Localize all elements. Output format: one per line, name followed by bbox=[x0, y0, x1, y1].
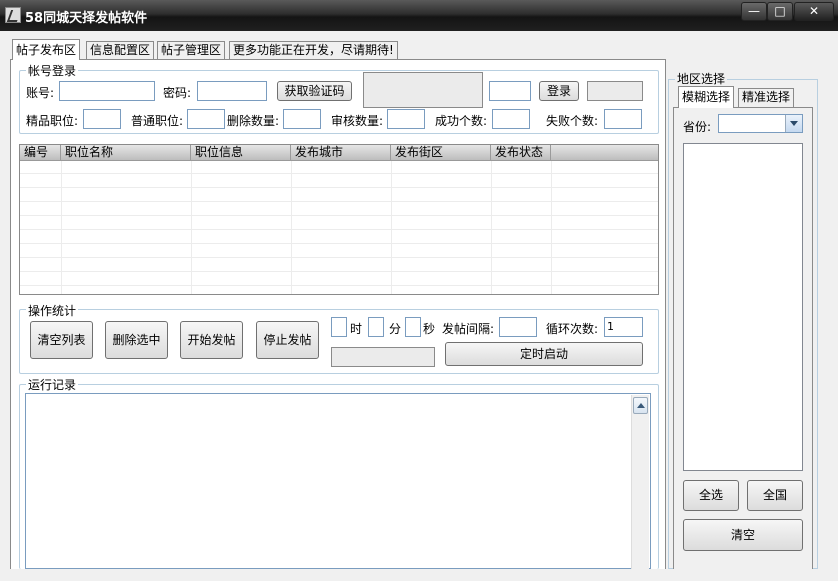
clear-list-button[interactable]: 清空列表 bbox=[30, 321, 93, 359]
run-log-textarea[interactable] bbox=[25, 393, 651, 569]
account-input[interactable] bbox=[59, 81, 155, 101]
loop-count-label: 循环次数: bbox=[546, 322, 599, 336]
start-post-button[interactable]: 开始发帖 bbox=[180, 321, 243, 359]
captcha-input[interactable] bbox=[489, 81, 531, 101]
window-title: 58同城天择发帖软件 bbox=[25, 11, 148, 26]
table-row bbox=[20, 189, 658, 202]
premium-jobs-input[interactable] bbox=[83, 109, 121, 129]
column-divider bbox=[551, 161, 552, 294]
app-icon bbox=[5, 7, 21, 23]
run-log-group-label: 运行记录 bbox=[26, 376, 79, 393]
table-row bbox=[20, 217, 658, 230]
review-count-input[interactable] bbox=[387, 109, 425, 129]
password-input[interactable] bbox=[197, 81, 267, 101]
interval-label: 发帖间隔: bbox=[442, 322, 495, 336]
timer-start-button[interactable]: 定时启动 bbox=[445, 342, 643, 366]
select-all-button[interactable]: 全选 bbox=[683, 480, 739, 511]
chevron-down-icon[interactable] bbox=[785, 115, 802, 132]
interval-input[interactable] bbox=[499, 317, 537, 337]
log-scrollbar[interactable] bbox=[631, 395, 649, 569]
table-row bbox=[20, 175, 658, 188]
delete-count-input[interactable] bbox=[283, 109, 321, 129]
column-header-city[interactable]: 发布城市 bbox=[291, 145, 391, 161]
column-divider bbox=[391, 161, 392, 294]
fail-count-input[interactable] bbox=[604, 109, 642, 129]
hour-label: 时 bbox=[350, 322, 363, 336]
account-label: 账号: bbox=[26, 86, 55, 100]
column-header-job-name[interactable]: 职位名称 bbox=[61, 145, 191, 161]
column-header-status[interactable]: 发布状态 bbox=[491, 145, 551, 161]
table-row bbox=[20, 259, 658, 272]
table-row bbox=[20, 161, 658, 174]
province-label: 省份: bbox=[683, 120, 712, 134]
premium-jobs-label: 精品职位: bbox=[26, 114, 79, 128]
normal-jobs-label: 普通职位: bbox=[131, 114, 184, 128]
tab-info-config[interactable]: 信息配置区 bbox=[86, 41, 155, 59]
minute-label: 分 bbox=[389, 322, 402, 336]
delete-count-label: 删除数量: bbox=[227, 114, 280, 128]
password-label: 密码: bbox=[163, 86, 192, 100]
success-count-input[interactable] bbox=[492, 109, 530, 129]
table-row bbox=[20, 203, 658, 216]
get-captcha-button[interactable]: 获取验证码 bbox=[277, 81, 352, 101]
hour-input[interactable] bbox=[331, 317, 347, 337]
region-group-label: 地区选择 bbox=[675, 70, 728, 87]
login-group-label: 帐号登录 bbox=[26, 62, 79, 79]
stop-post-button[interactable]: 停止发帖 bbox=[256, 321, 319, 359]
table-row bbox=[20, 273, 658, 286]
column-header-district[interactable]: 发布街区 bbox=[391, 145, 491, 161]
column-divider bbox=[291, 161, 292, 294]
post-list-table[interactable]: 编号 职位名称 职位信息 发布城市 发布街区 发布状态 bbox=[19, 144, 659, 295]
table-row bbox=[20, 245, 658, 258]
scroll-up-arrow-icon[interactable] bbox=[633, 397, 648, 414]
login-button[interactable]: 登录 bbox=[539, 81, 579, 101]
minimize-button[interactable]: — bbox=[741, 2, 767, 21]
tab-fuzzy-select[interactable]: 模糊选择 bbox=[678, 86, 735, 108]
maximize-button[interactable]: □ bbox=[767, 2, 793, 21]
second-input[interactable] bbox=[405, 317, 421, 337]
operations-group-label: 操作统计 bbox=[26, 302, 79, 319]
second-label: 秒 bbox=[423, 322, 436, 336]
login-status-box bbox=[587, 81, 643, 101]
column-divider bbox=[491, 161, 492, 294]
nationwide-button[interactable]: 全国 bbox=[747, 480, 803, 511]
success-count-label: 成功个数: bbox=[435, 114, 488, 128]
fail-count-label: 失败个数: bbox=[546, 114, 599, 128]
captcha-image bbox=[363, 72, 483, 108]
tab-more-features[interactable]: 更多功能正在开发，尽请期待! bbox=[229, 41, 398, 59]
delete-selected-button[interactable]: 删除选中 bbox=[105, 321, 168, 359]
close-button[interactable]: ✕ bbox=[794, 2, 834, 21]
region-listbox[interactable] bbox=[683, 143, 803, 471]
loop-count-input[interactable]: 1 bbox=[604, 317, 643, 337]
normal-jobs-input[interactable] bbox=[187, 109, 225, 129]
table-row bbox=[20, 231, 658, 244]
minute-input[interactable] bbox=[368, 317, 384, 337]
column-divider bbox=[191, 161, 192, 294]
column-divider bbox=[61, 161, 62, 294]
clear-region-button[interactable]: 清空 bbox=[683, 519, 803, 551]
column-header-id[interactable]: 编号 bbox=[20, 145, 61, 161]
review-count-label: 审核数量: bbox=[331, 114, 384, 128]
timer-status-box bbox=[331, 347, 435, 367]
tab-precise-select[interactable]: 精准选择 bbox=[738, 88, 795, 107]
column-header-job-info[interactable]: 职位信息 bbox=[191, 145, 291, 161]
tab-post-manage[interactable]: 帖子管理区 bbox=[157, 41, 226, 59]
tab-post-area[interactable]: 帖子发布区 bbox=[12, 39, 81, 60]
